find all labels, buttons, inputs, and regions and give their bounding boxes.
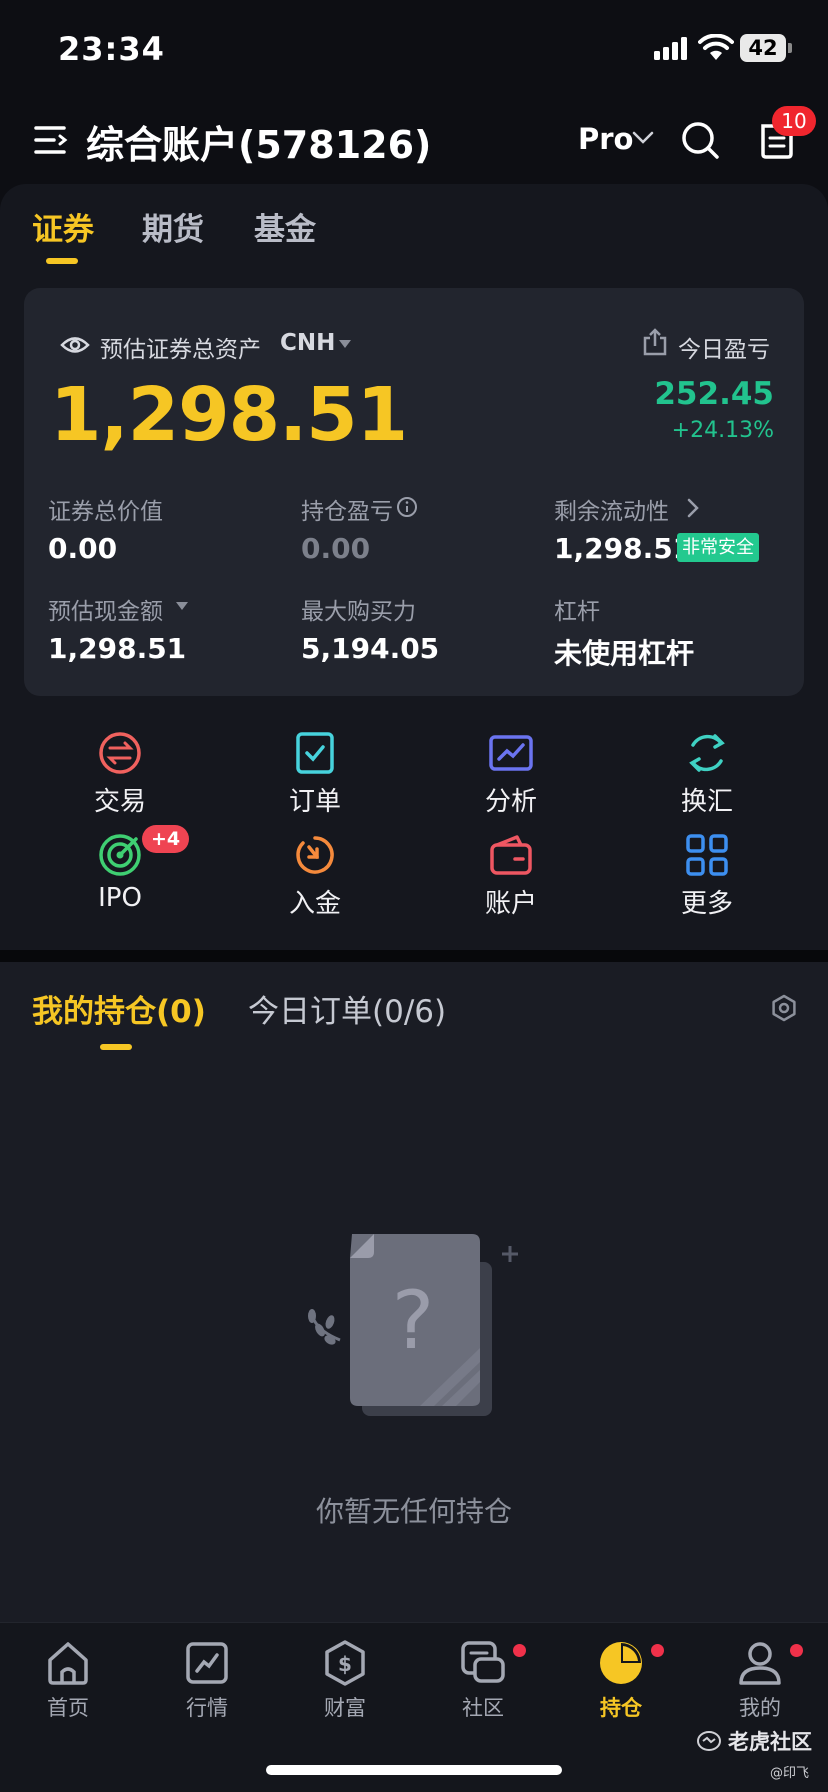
wallet-icon (490, 835, 532, 875)
trade-button[interactable]: 交易 (50, 731, 190, 831)
nav-market-label: 行情 (186, 1696, 228, 1720)
currency-selector[interactable]: CNH (280, 330, 335, 356)
risk-status-badge: 非常安全 (677, 533, 759, 562)
ipo-count-badge: +4 (142, 825, 190, 853)
today-pnl-percent: +24.13% (671, 418, 774, 443)
nav-home-label: 首页 (47, 1696, 89, 1720)
securities-value-label: 证券总价值 (48, 499, 163, 525)
active-tab-indicator (100, 1044, 132, 1050)
pro-mode-selector[interactable]: Pro (578, 122, 633, 156)
watermark-user: @印飞 (770, 1766, 810, 1781)
status-time: 23:34 (58, 30, 165, 68)
wifi-icon (698, 34, 734, 60)
today-pnl-value: 252.45 (654, 376, 774, 412)
analysis-button[interactable]: 分析 (441, 731, 581, 831)
nav-wealth[interactable]: $ 财富 (285, 1640, 405, 1720)
deposit-icon (296, 836, 334, 874)
menu-icon[interactable] (34, 124, 68, 156)
nav-market[interactable]: 行情 (147, 1640, 267, 1720)
unread-dot (513, 1644, 526, 1657)
section-divider (0, 950, 828, 962)
orders-label: 订单 (288, 787, 341, 817)
trade-icon (99, 732, 141, 774)
account-label: 账户 (484, 889, 537, 919)
caret-down-icon[interactable] (339, 340, 351, 348)
empty-state-message: 你暂无任何持仓 (315, 1495, 512, 1528)
cellular-signal-icon (654, 37, 687, 60)
nav-me-label: 我的 (739, 1696, 781, 1720)
ipo-icon (99, 834, 141, 876)
nav-community-label: 社区 (462, 1696, 504, 1720)
securities-value: 0.00 (48, 532, 118, 565)
remaining-liquidity-label[interactable]: 剩余流动性 (554, 492, 669, 526)
estimated-cash-label[interactable]: 预估现金额 (48, 592, 163, 626)
unread-dot (651, 1644, 664, 1657)
currency-exchange-button[interactable]: 换汇 (637, 731, 777, 831)
leverage-label: 杠杆 (554, 599, 600, 625)
tab-funds[interactable]: 基金 (254, 204, 316, 249)
ipo-label: IPO (98, 883, 142, 913)
dollar-shield-icon: $ (325, 1640, 365, 1686)
eye-icon[interactable] (60, 334, 90, 356)
more-label: 更多 (680, 889, 733, 919)
more-button[interactable]: 更多 (637, 833, 777, 933)
nav-positions-label: 持仓 (600, 1696, 642, 1720)
position-pnl-label: 持仓盈亏 (301, 499, 393, 525)
deposit-label: 入金 (288, 889, 341, 919)
buying-power-label: 最大购买力 (301, 599, 416, 625)
svg-text:$: $ (338, 1652, 352, 1676)
leverage-value: 未使用杠杆 (554, 637, 695, 670)
grid-icon (686, 834, 728, 876)
exchange-label: 换汇 (680, 787, 733, 817)
battery-indicator: 42 (740, 34, 786, 62)
orders-button[interactable]: 订单 (245, 731, 385, 831)
exchange-icon (689, 734, 725, 772)
position-pnl-value: 0.00 (301, 532, 371, 565)
notification-badge: 10 (772, 106, 816, 136)
chat-icon (461, 1641, 505, 1683)
svg-text:?: ? (392, 1274, 434, 1367)
info-icon[interactable] (396, 496, 418, 518)
chevron-down-icon[interactable] (632, 130, 654, 146)
deposit-button[interactable]: 入金 (245, 833, 385, 933)
nav-home[interactable]: 首页 (8, 1640, 128, 1720)
today-pnl-label: 今日盈亏 (678, 337, 770, 363)
search-icon[interactable] (680, 120, 720, 160)
tab-futures[interactable]: 期货 (142, 204, 204, 249)
account-title[interactable]: 综合账户(578126) (86, 114, 431, 169)
estimated-cash-value: 1,298.51 (48, 632, 187, 665)
battery-cap (788, 43, 792, 53)
home-icon (48, 1642, 88, 1685)
settings-icon[interactable] (770, 994, 798, 1022)
nav-wealth-label: 财富 (324, 1696, 366, 1720)
remaining-liquidity-value: 1,298.51 (554, 532, 693, 565)
order-icon (296, 732, 334, 774)
tab-stocks[interactable]: 证券 (32, 204, 94, 249)
account-button[interactable]: 账户 (441, 833, 581, 933)
pie-icon (600, 1642, 642, 1684)
caret-down-icon[interactable] (176, 602, 188, 610)
tab-my-holdings[interactable]: 我的持仓(0) (32, 986, 206, 1031)
analysis-icon (489, 735, 533, 771)
tab-today-orders[interactable]: 今日订单(0/6) (248, 986, 446, 1031)
watermark-brand: 老虎社区 (728, 1730, 812, 1754)
trade-label: 交易 (93, 787, 146, 817)
active-tab-indicator (46, 258, 78, 264)
chevron-right-icon[interactable] (686, 497, 700, 519)
total-assets-value: 1,298.51 (50, 372, 408, 458)
total-assets-label: 预估证券总资产 (100, 337, 261, 363)
home-indicator (266, 1765, 562, 1775)
empty-document-illustration: ? (308, 1234, 518, 1416)
tiger-logo-icon (697, 1731, 721, 1751)
chart-icon (186, 1642, 228, 1684)
buying-power-value: 5,194.05 (301, 632, 440, 665)
person-icon (739, 1642, 781, 1685)
unread-dot (790, 1644, 803, 1657)
analysis-label: 分析 (484, 787, 537, 817)
share-icon[interactable] (642, 328, 668, 356)
